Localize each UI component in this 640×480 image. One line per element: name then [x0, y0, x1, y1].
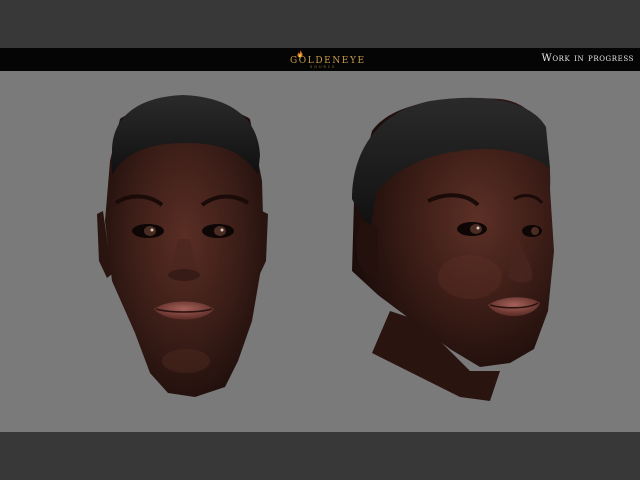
logo-subtext: SOURCE — [310, 65, 337, 69]
top-letterbox — [0, 0, 640, 48]
head-render — [97, 95, 554, 401]
bottom-letterbox — [0, 432, 640, 480]
screen: GOLDENEYE SOURCE Work in progress — [0, 0, 640, 480]
goldeneye-source-logo: GOLDENEYE SOURCE — [286, 50, 366, 69]
work-in-progress-label: Work in progress — [541, 53, 634, 64]
three-quarter-view-head — [352, 97, 554, 401]
model-viewport — [0, 71, 640, 432]
front-view-head — [97, 95, 268, 397]
header-bar: GOLDENEYE SOURCE Work in progress — [0, 48, 640, 71]
